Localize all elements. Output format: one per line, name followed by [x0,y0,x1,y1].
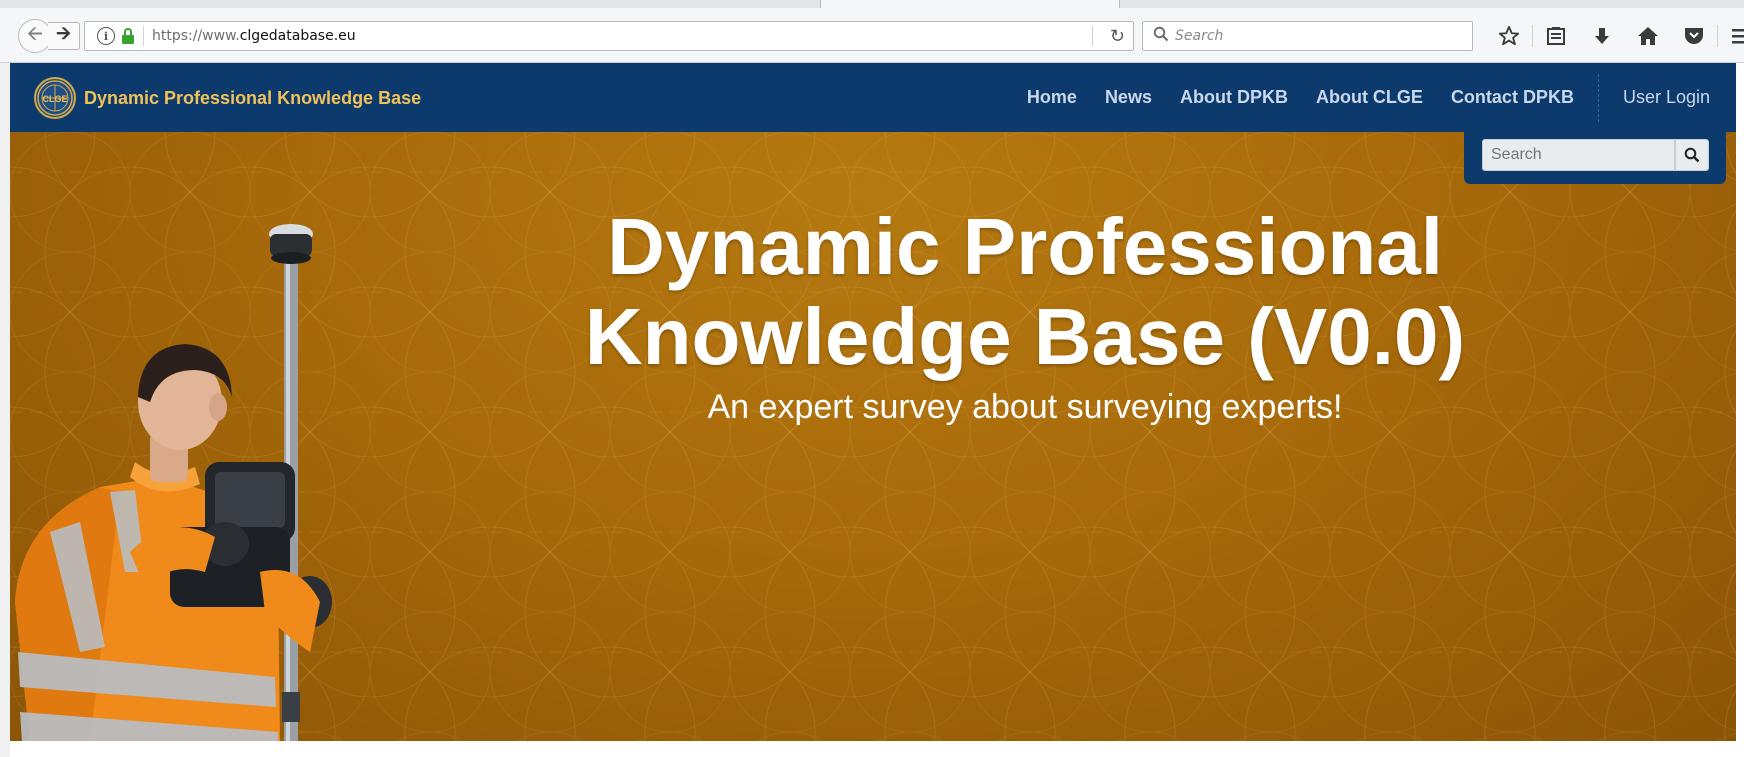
info-icon[interactable]: i [97,27,115,45]
hero-subtitle: An expert survey about surveying experts… [707,388,1343,426]
web-page: CLGE Dynamic Professional Knowledge Base… [10,63,1736,757]
url-host: clgedatabase.eu [239,28,356,44]
url-text[interactable]: https://www.clgedatabase.eu [152,28,356,44]
nav-about-clge[interactable]: About CLGE [1316,87,1423,108]
toolbar-icons [1486,20,1744,52]
url-prefix: https://www. [152,28,240,44]
hero-title-line2: Knowledge Base (V0.0) [584,292,1466,381]
nav-contact-dpkb[interactable]: Contact DPKB [1451,87,1574,108]
tab-strip [0,0,1744,8]
surveyor-image [15,224,332,741]
browser-search-placeholder: Search [1175,28,1224,44]
search-icon [1153,26,1169,47]
logo-text: CLGE [42,94,67,104]
browser-toolbar: 🡨 🡪 i https://www.clgedatabase.eu ↻ Sear… [0,0,1744,63]
lock-icon[interactable] [121,28,135,44]
back-button[interactable]: 🡨 [18,19,52,53]
pocket-icon[interactable] [1671,20,1717,52]
home-icon[interactable] [1625,20,1671,52]
reload-icon[interactable]: ↻ [1110,26,1125,47]
nav-about-dpkb[interactable]: About DPKB [1180,87,1288,108]
nav-home[interactable]: Home [1027,87,1077,108]
star-icon[interactable] [1486,20,1532,52]
reading-list-icon[interactable] [1533,20,1579,52]
page-scrollbar[interactable] [1736,63,1744,757]
reload-separator [1092,26,1093,46]
search-icon [1684,147,1700,163]
clge-logo: CLGE [34,77,76,119]
menu-icon[interactable] [1718,20,1744,52]
hero-banner: Dynamic Professional Knowledge Base (V0.… [10,132,1736,741]
nav-news[interactable]: News [1105,87,1152,108]
arrow-left-icon: 🡨 [26,23,44,45]
active-tab[interactable] [820,0,1120,8]
brand[interactable]: CLGE Dynamic Professional Knowledge Base [34,77,421,119]
site-search-input[interactable] [1482,139,1675,171]
hero-title-line1: Dynamic Professional [607,202,1443,291]
main-menu: Home News About DPKB About CLGE Contact … [999,63,1710,132]
navigation-buttons: 🡨 🡪 [18,19,80,53]
site-navbar: CLGE Dynamic Professional Knowledge Base… [10,63,1736,132]
site-search-button[interactable] [1675,139,1709,171]
nav-divider [1597,73,1599,122]
download-icon[interactable] [1579,20,1625,52]
brand-name: Dynamic Professional Knowledge Base [84,87,422,108]
hero-title: Dynamic Professional Knowledge Base (V0.… [530,202,1520,382]
browser-search-box[interactable]: Search [1142,21,1473,51]
address-bar[interactable]: i https://www.clgedatabase.eu ↻ [84,21,1134,51]
url-separator [143,26,144,46]
arrow-right-icon: 🡪 [56,23,71,43]
user-login-link[interactable]: User Login [1623,87,1710,108]
forward-button[interactable]: 🡪 [48,22,80,50]
site-search-panel [1464,132,1726,184]
